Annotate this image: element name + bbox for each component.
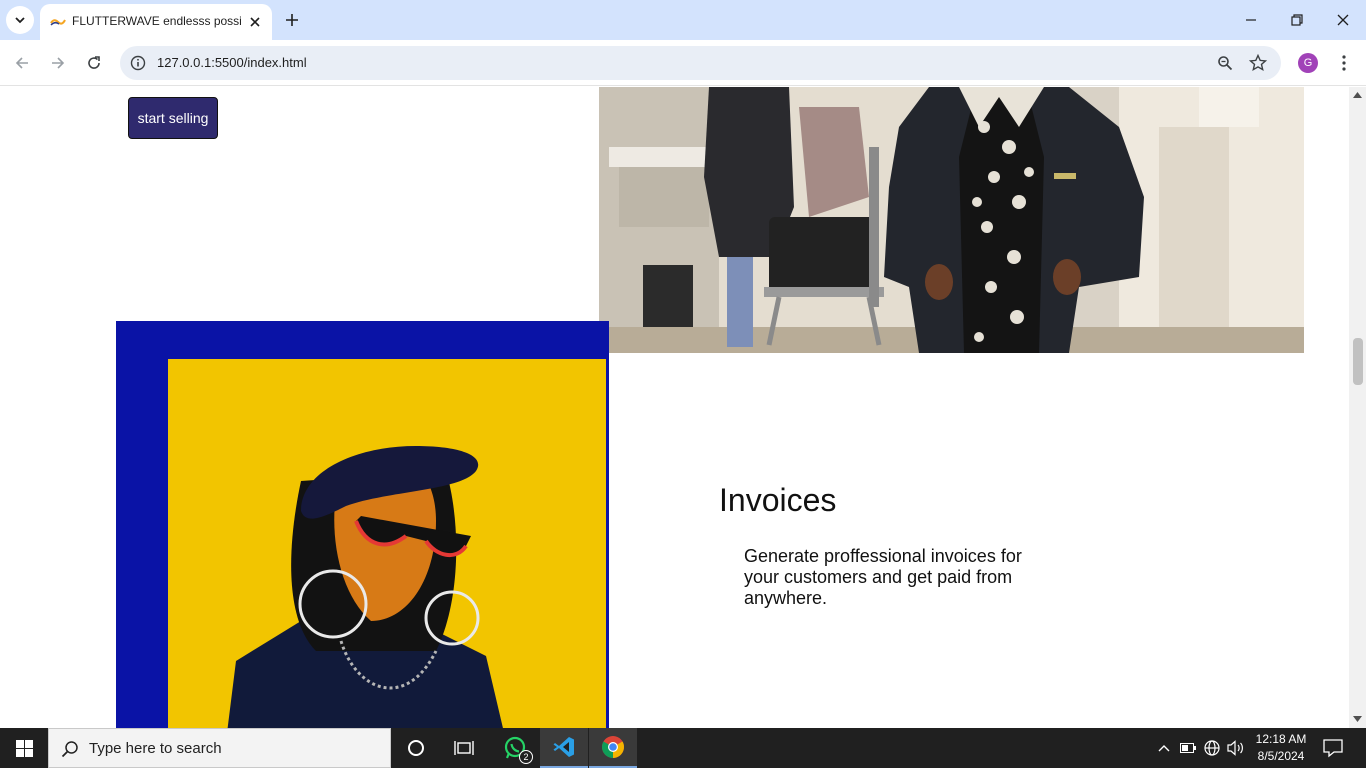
clock-date: 8/5/2024 (1257, 749, 1305, 763)
vscode-icon (553, 737, 574, 757)
scroll-down-arrow-icon[interactable] (1353, 715, 1362, 723)
browser-toolbar: 127.0.0.1:5500/index.html G (0, 40, 1366, 86)
more-vert-icon (1342, 55, 1346, 71)
speaker-icon (1227, 740, 1243, 756)
info-icon (130, 55, 146, 71)
clock-time: 12:18 AM (1255, 732, 1307, 746)
windows-logo-icon (15, 739, 33, 757)
whatsapp-taskbar-button[interactable]: 2 (491, 728, 539, 768)
page-viewport: start selling Invoices Generate proffess… (0, 87, 1349, 728)
arrow-left-icon (15, 57, 28, 69)
salon-photo (599, 87, 1304, 353)
network-button[interactable] (1202, 738, 1222, 758)
arrow-right-icon (52, 57, 65, 69)
minimize-icon (1246, 19, 1256, 21)
address-bar[interactable]: 127.0.0.1:5500/index.html (120, 46, 1281, 80)
minimize-button[interactable] (1228, 0, 1274, 40)
back-button[interactable] (8, 49, 36, 77)
globe-icon (1204, 740, 1220, 756)
scrollbar-thumb[interactable] (1353, 338, 1363, 385)
chrome-taskbar-button[interactable] (589, 728, 637, 768)
tab-title: FLUTTERWAVE endlesss possibi (72, 14, 242, 28)
chevron-down-icon (15, 17, 25, 24)
restore-button[interactable] (1274, 0, 1320, 40)
search-placeholder: Type here to search (89, 740, 222, 757)
close-icon (1337, 14, 1349, 26)
task-view-icon (454, 741, 474, 755)
close-window-button[interactable] (1320, 0, 1366, 40)
scroll-up-arrow-icon[interactable] (1353, 91, 1362, 99)
reload-icon (88, 56, 100, 69)
reload-button[interactable] (80, 49, 108, 77)
browser-menu-button[interactable] (1334, 52, 1354, 74)
tab-search-button[interactable] (6, 6, 34, 34)
vscode-taskbar-button[interactable] (540, 728, 588, 768)
system-clock[interactable]: 12:18 AM 8/5/2024 (1248, 731, 1314, 765)
start-selling-button[interactable]: start selling (128, 97, 218, 139)
url-text[interactable]: 127.0.0.1:5500/index.html (157, 55, 307, 70)
invoices-heading: Invoices (719, 482, 837, 518)
tab-strip: FLUTTERWAVE endlesss possibi (0, 0, 1366, 40)
task-view-button[interactable] (440, 728, 488, 768)
volume-button[interactable] (1226, 738, 1246, 758)
forward-button[interactable] (44, 49, 72, 77)
start-button[interactable] (0, 728, 48, 768)
plus-icon (286, 14, 298, 26)
woman-illustration (116, 321, 609, 728)
whatsapp-badge: 2 (519, 750, 533, 764)
browser-tab[interactable]: FLUTTERWAVE endlesss possibi (40, 4, 272, 40)
restore-icon (1291, 14, 1303, 26)
profile-avatar[interactable]: G (1298, 53, 1318, 73)
battery-button[interactable] (1178, 738, 1198, 758)
notification-center-icon[interactable] (1322, 738, 1344, 758)
star-icon (1249, 54, 1267, 72)
taskbar-search-box[interactable]: Type here to search (48, 728, 391, 768)
zoom-button[interactable] (1215, 53, 1235, 73)
chevron-up-icon (1158, 745, 1170, 752)
windows-taskbar: Type here to search 2 12:18 AM 8/5/2024 (0, 728, 1366, 768)
site-info-button[interactable] (128, 53, 148, 73)
bookmark-button[interactable] (1248, 53, 1268, 73)
new-tab-button[interactable] (280, 8, 304, 32)
cortana-button[interactable] (392, 728, 440, 768)
battery-icon (1180, 743, 1196, 753)
tab-close-button[interactable] (246, 13, 264, 31)
close-icon (250, 17, 260, 27)
flutterwave-favicon-icon (50, 19, 66, 26)
zoom-icon (1218, 56, 1233, 71)
chrome-icon (602, 736, 624, 758)
search-icon (61, 741, 78, 758)
invoices-description: Generate proffessional invoices for your… (744, 546, 1022, 608)
cortana-icon (408, 740, 424, 756)
show-hidden-icons-button[interactable] (1154, 738, 1174, 758)
page-scrollbar[interactable] (1349, 87, 1366, 728)
